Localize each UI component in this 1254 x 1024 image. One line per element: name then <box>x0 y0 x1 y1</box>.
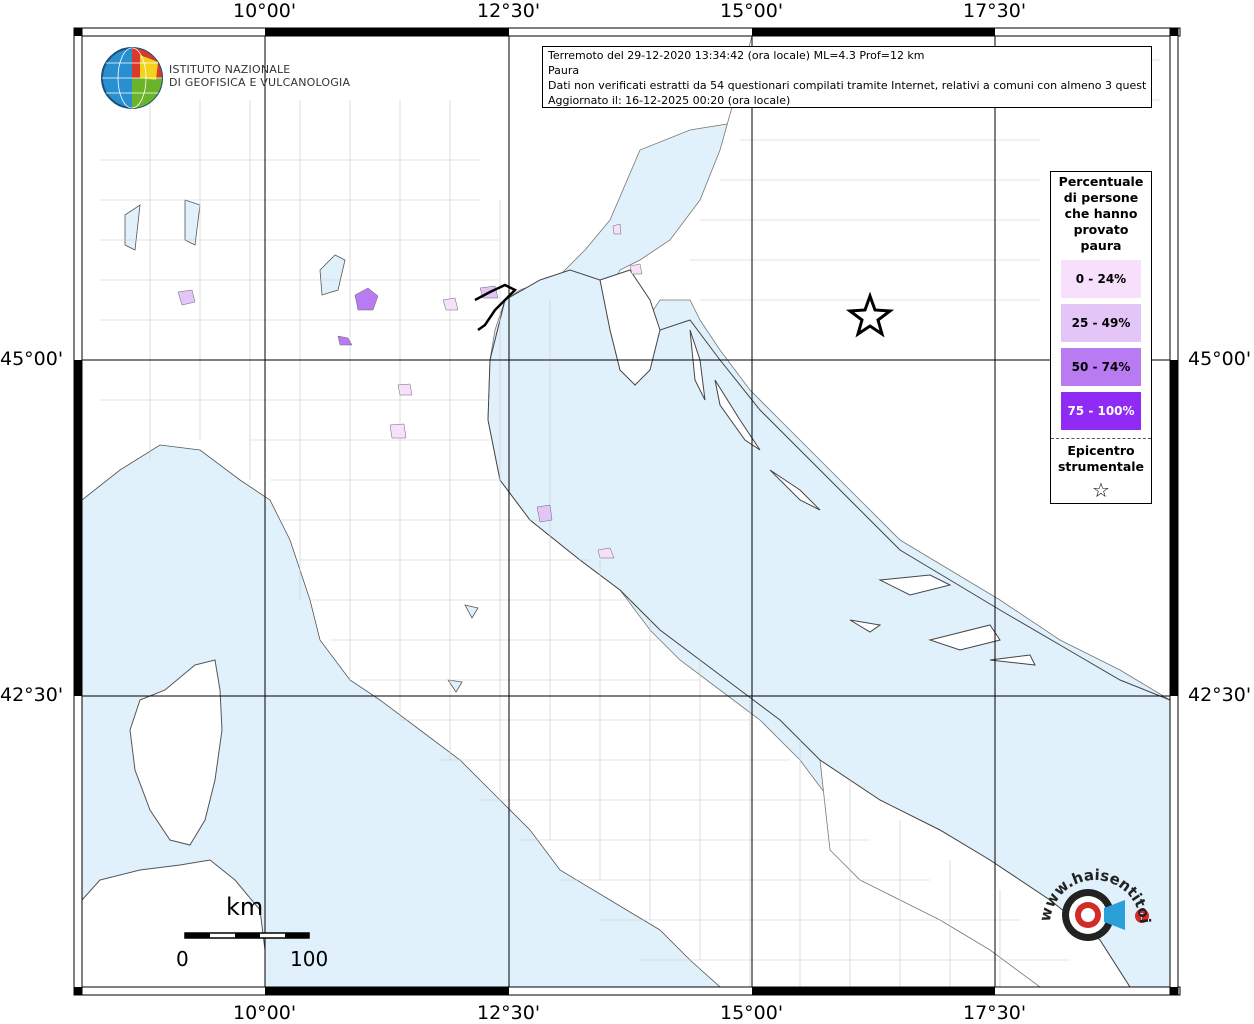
right-lat-label: 45°00' <box>1188 348 1252 370</box>
right-lat-label: 42°30' <box>1188 684 1252 706</box>
left-lat-label: 42°30' <box>0 684 64 706</box>
legend-epicenter: Epicentro strumentale <box>1051 443 1151 475</box>
legend-title-line: paura <box>1080 238 1122 253</box>
institute-name: ISTITUTO NAZIONALE DI GEOFISICA E VULCAN… <box>169 63 350 89</box>
bottom-lon-label: 10°00' <box>233 1002 297 1024</box>
legend-epicenter-line: strumentale <box>1057 459 1145 474</box>
map-type: Paura <box>548 64 580 77</box>
update-time: Aggiornato il: 16-12-2025 00:20 (ora loc… <box>548 94 791 107</box>
data-note: Dati non verificati estratti da 54 quest… <box>548 79 1146 92</box>
top-lon-label: 15°00' <box>720 0 784 22</box>
star-icon: ☆ <box>1092 478 1110 502</box>
area-0-24 <box>629 263 643 275</box>
bottom-lon-label: 17°30' <box>963 1002 1027 1024</box>
top-lon-label: 17°30' <box>963 0 1027 22</box>
top-lon-label: 12°30' <box>477 0 541 22</box>
scale-min: 0 <box>176 947 189 971</box>
legend-title-line: che hanno <box>1064 206 1138 221</box>
legend-separator <box>1051 438 1151 439</box>
legend: Percentuale di persone che hanno provato… <box>1050 171 1152 504</box>
haisentito-logo: ? www.haisentitoilterremoto.it <box>1030 860 1154 941</box>
legend-class: 75 - 100% <box>1061 392 1141 430</box>
legend-class: 50 - 74% <box>1061 348 1141 386</box>
area-0-24 <box>397 383 413 396</box>
top-lon-label: 10°00' <box>233 0 297 22</box>
bottom-lon-label: 12°30' <box>477 1002 541 1024</box>
legend-title-line: di persone <box>1063 190 1139 205</box>
event-info-box: Terremoto del 29-12-2020 13:34:42 (ora l… <box>542 46 1152 108</box>
ingv-logo-icon <box>101 47 163 109</box>
legend-title: Percentuale di persone che hanno provato… <box>1051 174 1151 254</box>
area-25-49 <box>536 504 553 523</box>
legend-epicenter-line: Epicentro <box>1067 443 1135 458</box>
institute-line: DI GEOFISICA E VULCANOLOGIA <box>169 76 351 89</box>
scale-unit: km <box>226 893 264 921</box>
area-0-24 <box>612 223 622 235</box>
event-title: Terremoto del 29-12-2020 13:34:42 (ora l… <box>548 49 925 62</box>
bottom-lon-label: 15°00' <box>720 1002 784 1024</box>
legend-title-line: provato <box>1073 222 1129 237</box>
area-0-24 <box>389 423 407 439</box>
legend-class: 25 - 49% <box>1061 304 1141 342</box>
legend-title-line: Percentuale <box>1058 174 1144 189</box>
scale-bar <box>184 932 310 939</box>
scale-max: 100 <box>290 947 329 971</box>
legend-class: 0 - 24% <box>1061 260 1141 298</box>
left-lat-label: 45°00' <box>0 348 64 370</box>
institute-line: ISTITUTO NAZIONALE <box>169 63 291 76</box>
